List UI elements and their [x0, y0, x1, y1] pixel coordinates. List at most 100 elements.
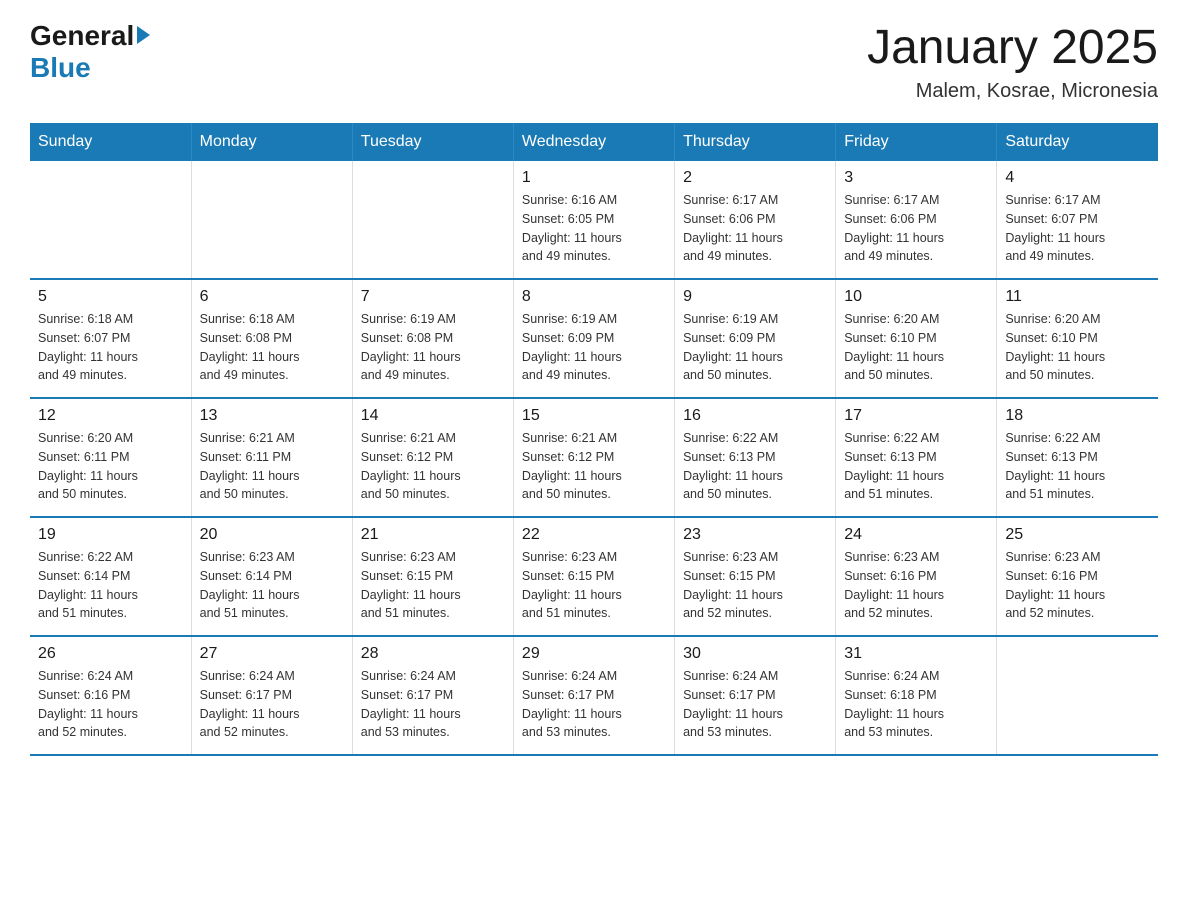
calendar-cell: 17Sunrise: 6:22 AM Sunset: 6:13 PM Dayli…: [836, 398, 997, 517]
calendar-cell: 25 Sunrise: 6:23 AM Sunset: 6:16 PM Dayli…: [997, 517, 1158, 636]
calendar-cell: 19 Sunrise: 6:22 AM Sunset: 6:14 PM Dayli…: [30, 517, 191, 636]
day-number: 21: [361, 526, 505, 544]
calendar-cell: 16 Sunrise: 6:22 AM Sunset: 6:13 PM Dayli…: [675, 398, 836, 517]
day-info: Sunrise: 6:24 AM Sunset: 6:17 PM Dayligh…: [200, 667, 344, 742]
calendar-cell: 3 Sunrise: 6:17 AM Sunset: 6:06 PM Daylig…: [836, 161, 997, 279]
day-info: Sunrise: 6:21 AM Sunset: 6:11 PM Dayligh…: [200, 429, 344, 504]
logo-arrow-icon: [137, 26, 150, 44]
calendar-week-4: 19 Sunrise: 6:22 AM Sunset: 6:14 PM Dayli…: [30, 517, 1158, 636]
calendar-cell: 21 Sunrise: 6:23 AM Sunset: 6:15 PM Dayli…: [352, 517, 513, 636]
calendar-cell: [352, 161, 513, 279]
day-info: Sunrise: 6:19 AM Sunset: 6:09 PM Dayligh…: [522, 310, 666, 385]
calendar-cell: 20Sunrise: 6:23 AM Sunset: 6:14 PM Dayli…: [191, 517, 352, 636]
day-number: 26: [38, 645, 183, 663]
header-cell-friday: Friday: [836, 123, 997, 161]
day-number: 2: [683, 169, 827, 187]
day-info: Sunrise: 6:24 AM Sunset: 6:17 PM Dayligh…: [361, 667, 505, 742]
day-number: 6: [200, 288, 344, 306]
day-info: Sunrise: 6:20 AM Sunset: 6:10 PM Dayligh…: [1005, 310, 1150, 385]
day-info: Sunrise: 6:23 AM Sunset: 6:16 PM Dayligh…: [844, 548, 988, 623]
day-info: Sunrise: 6:23 AM Sunset: 6:15 PM Dayligh…: [522, 548, 666, 623]
calendar-cell: 6Sunrise: 6:18 AM Sunset: 6:08 PM Daylig…: [191, 279, 352, 398]
day-number: 3: [844, 169, 988, 187]
calendar-table: SundayMondayTuesdayWednesdayThursdayFrid…: [30, 123, 1158, 756]
header-cell-wednesday: Wednesday: [513, 123, 674, 161]
day-info: Sunrise: 6:17 AM Sunset: 6:06 PM Dayligh…: [844, 191, 988, 266]
calendar-cell: [997, 636, 1158, 755]
calendar-cell: 27 Sunrise: 6:24 AM Sunset: 6:17 PM Dayli…: [191, 636, 352, 755]
calendar-cell: 24Sunrise: 6:23 AM Sunset: 6:16 PM Dayli…: [836, 517, 997, 636]
day-number: 30: [683, 645, 827, 663]
calendar-cell: 26Sunrise: 6:24 AM Sunset: 6:16 PM Dayli…: [30, 636, 191, 755]
day-number: 16: [683, 407, 827, 425]
header-cell-saturday: Saturday: [997, 123, 1158, 161]
calendar-cell: 11 Sunrise: 6:20 AM Sunset: 6:10 PM Dayli…: [997, 279, 1158, 398]
calendar-cell: 7 Sunrise: 6:19 AM Sunset: 6:08 PM Daylig…: [352, 279, 513, 398]
day-number: 10: [844, 288, 988, 306]
day-info: Sunrise: 6:22 AM Sunset: 6:13 PM Dayligh…: [844, 429, 988, 504]
calendar-cell: 9 Sunrise: 6:19 AM Sunset: 6:09 PM Daylig…: [675, 279, 836, 398]
day-info: Sunrise: 6:19 AM Sunset: 6:09 PM Dayligh…: [683, 310, 827, 385]
day-number: 23: [683, 526, 827, 544]
day-info: Sunrise: 6:23 AM Sunset: 6:15 PM Dayligh…: [361, 548, 505, 623]
header-row: SundayMondayTuesdayWednesdayThursdayFrid…: [30, 123, 1158, 161]
day-number: 7: [361, 288, 505, 306]
day-number: 9: [683, 288, 827, 306]
day-number: 8: [522, 288, 666, 306]
day-info: Sunrise: 6:23 AM Sunset: 6:14 PM Dayligh…: [200, 548, 344, 623]
calendar-cell: 18 Sunrise: 6:22 AM Sunset: 6:13 PM Dayli…: [997, 398, 1158, 517]
calendar-cell: 12 Sunrise: 6:20 AM Sunset: 6:11 PM Dayli…: [30, 398, 191, 517]
day-number: 1: [522, 169, 666, 187]
day-number: 25: [1005, 526, 1150, 544]
day-number: 19: [38, 526, 183, 544]
calendar-cell: 15Sunrise: 6:21 AM Sunset: 6:12 PM Dayli…: [513, 398, 674, 517]
calendar-cell: [191, 161, 352, 279]
day-info: Sunrise: 6:23 AM Sunset: 6:15 PM Dayligh…: [683, 548, 827, 623]
calendar-week-5: 26Sunrise: 6:24 AM Sunset: 6:16 PM Dayli…: [30, 636, 1158, 755]
day-number: 11: [1005, 288, 1150, 306]
day-info: Sunrise: 6:20 AM Sunset: 6:11 PM Dayligh…: [38, 429, 183, 504]
calendar-week-2: 5 Sunrise: 6:18 AM Sunset: 6:07 PM Daylig…: [30, 279, 1158, 398]
day-number: 4: [1005, 169, 1150, 187]
calendar-cell: 22 Sunrise: 6:23 AM Sunset: 6:15 PM Dayli…: [513, 517, 674, 636]
header-cell-sunday: Sunday: [30, 123, 191, 161]
day-info: Sunrise: 6:21 AM Sunset: 6:12 PM Dayligh…: [361, 429, 505, 504]
day-info: Sunrise: 6:24 AM Sunset: 6:18 PM Dayligh…: [844, 667, 988, 742]
page-title: January 2025: [867, 20, 1158, 75]
logo-general-text: General: [30, 20, 134, 52]
day-info: Sunrise: 6:22 AM Sunset: 6:13 PM Dayligh…: [1005, 429, 1150, 504]
calendar-cell: 10 Sunrise: 6:20 AM Sunset: 6:10 PM Dayli…: [836, 279, 997, 398]
day-info: Sunrise: 6:19 AM Sunset: 6:08 PM Dayligh…: [361, 310, 505, 385]
header-cell-tuesday: Tuesday: [352, 123, 513, 161]
day-info: Sunrise: 6:18 AM Sunset: 6:07 PM Dayligh…: [38, 310, 183, 385]
calendar-cell: 14Sunrise: 6:21 AM Sunset: 6:12 PM Dayli…: [352, 398, 513, 517]
day-info: Sunrise: 6:17 AM Sunset: 6:07 PM Dayligh…: [1005, 191, 1150, 266]
calendar-cell: 28 Sunrise: 6:24 AM Sunset: 6:17 PM Dayli…: [352, 636, 513, 755]
calendar-cell: 8 Sunrise: 6:19 AM Sunset: 6:09 PM Daylig…: [513, 279, 674, 398]
calendar-cell: 4 Sunrise: 6:17 AM Sunset: 6:07 PM Daylig…: [997, 161, 1158, 279]
calendar-cell: 23 Sunrise: 6:23 AM Sunset: 6:15 PM Dayli…: [675, 517, 836, 636]
day-number: 27: [200, 645, 344, 663]
calendar-cell: [30, 161, 191, 279]
logo-blue-text: Blue: [30, 52, 91, 83]
day-info: Sunrise: 6:22 AM Sunset: 6:14 PM Dayligh…: [38, 548, 183, 623]
day-number: 28: [361, 645, 505, 663]
day-info: Sunrise: 6:22 AM Sunset: 6:13 PM Dayligh…: [683, 429, 827, 504]
page-subtitle: Malem, Kosrae, Micronesia: [867, 80, 1158, 103]
day-number: 13: [200, 407, 344, 425]
calendar-cell: 13 Sunrise: 6:21 AM Sunset: 6:11 PM Dayli…: [191, 398, 352, 517]
day-number: 22: [522, 526, 666, 544]
day-info: Sunrise: 6:24 AM Sunset: 6:17 PM Dayligh…: [683, 667, 827, 742]
calendar-cell: 1Sunrise: 6:16 AM Sunset: 6:05 PM Daylig…: [513, 161, 674, 279]
day-number: 5: [38, 288, 183, 306]
day-number: 18: [1005, 407, 1150, 425]
day-number: 15: [522, 407, 666, 425]
title-section: January 2025 Malem, Kosrae, Micronesia: [867, 20, 1158, 103]
calendar-header: SundayMondayTuesdayWednesdayThursdayFrid…: [30, 123, 1158, 161]
day-info: Sunrise: 6:23 AM Sunset: 6:16 PM Dayligh…: [1005, 548, 1150, 623]
calendar-week-1: 1Sunrise: 6:16 AM Sunset: 6:05 PM Daylig…: [30, 161, 1158, 279]
calendar-week-3: 12 Sunrise: 6:20 AM Sunset: 6:11 PM Dayli…: [30, 398, 1158, 517]
calendar-cell: 29Sunrise: 6:24 AM Sunset: 6:17 PM Dayli…: [513, 636, 674, 755]
day-info: Sunrise: 6:20 AM Sunset: 6:10 PM Dayligh…: [844, 310, 988, 385]
day-number: 12: [38, 407, 183, 425]
